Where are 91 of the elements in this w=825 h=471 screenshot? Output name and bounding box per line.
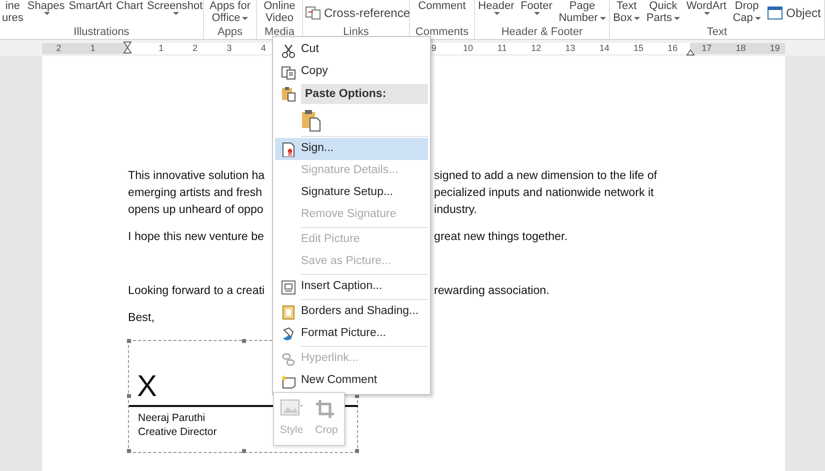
body-text: emerging artists and fresh [128,185,264,201]
ribbon-group-label: Links [342,26,370,39]
dropdown-caret-icon [634,16,640,20]
chain-link-icon [280,352,296,366]
ribbon-button[interactable]: Footer [518,0,554,26]
ruler-number: 2 [192,43,198,54]
caption-icon [280,280,296,294]
ribbon-button[interactable]: Shapes [25,0,67,26]
ribbon-button[interactable]: Drop Cap [730,0,763,26]
ribbon-button[interactable]: Screenshot [145,0,205,26]
paint-brush-icon [280,326,296,342]
dropdown-caret-icon [704,12,710,15]
ruler-number: 12 [531,43,542,54]
body-text: opens up unheard of oppo [128,202,264,218]
ribbon-button[interactable]: Chart [114,0,146,26]
ribbon-button[interactable]: Cross-reference [303,2,412,24]
dropdown-caret-icon [242,16,248,20]
comment-note-icon [280,374,296,388]
menu-item[interactable]: Cut [275,39,428,61]
resize-handle[interactable] [127,339,131,343]
body-text: I hope this new venture be [128,229,265,245]
menu-section-header: Paste Options: [301,84,428,104]
ruler-number: 10 [463,43,473,54]
ribbon-button[interactable]: SmartArt [66,0,114,26]
body-text: pecialized inputs and nationwide network it [433,185,655,201]
menu-item[interactable]: Copy [275,61,428,83]
ruler-number: 9 [431,43,436,54]
dropdown-caret-icon [172,12,179,15]
ruler-number: 13 [565,43,576,54]
menu-item[interactable]: Insert Caption... [275,276,428,298]
ribbon-button[interactable]: WordArt [684,0,728,26]
resize-handle[interactable] [127,394,131,398]
scissors-icon [280,42,296,58]
copy-icon [280,64,296,80]
ruler-number: 17 [702,43,712,54]
ruler-number: 1 [90,43,96,54]
ruler-number: 14 [599,43,610,54]
resize-handle[interactable] [242,449,246,453]
cross-reference-icon [305,6,321,20]
menu-item[interactable]: Borders and Shading... [275,301,428,323]
borders-page-icon [280,304,296,320]
dropdown-caret-icon [600,16,606,20]
ribbon-button[interactable]: Apps for Office [208,0,252,26]
ribbon-button[interactable]: Text Box [611,0,642,26]
dropdown-caret-icon [754,16,761,20]
ruler-number: 3 [226,43,232,54]
signature-document-icon [280,142,296,156]
dropdown-caret-icon [674,16,680,20]
signer-title: Creative Director [138,425,217,439]
signature-mark: X [137,371,158,403]
resize-handle[interactable] [242,339,246,343]
body-text: rewarding association. [433,283,550,299]
signer-name: Neeraj Paruthi [138,411,206,425]
ribbon-button[interactable]: Quick Parts [644,0,682,26]
window-icon [767,6,784,20]
resize-handle[interactable] [355,449,359,453]
ribbon-button[interactable]: Object [765,2,823,24]
ruler-number: 16 [668,43,678,54]
ribbon-group-label: Header & Footer [500,26,584,39]
body-text: signed to add a new dimension to the life of [433,168,658,184]
ribbon-button[interactable]: Comment [416,0,468,26]
body-text: industry. [433,202,478,218]
ribbon-group-label: Text [706,26,728,39]
clipboard-icon [280,86,296,102]
ruler-number: 18 [736,43,746,54]
menu-item[interactable]: Sign... [275,138,428,160]
ruler-number: 15 [634,43,644,54]
body-text: Looking forward to a creati [128,283,266,299]
ribbon-group-label: Apps [216,26,244,39]
ruler-number: 1 [158,43,164,54]
ruler-number: 4 [260,43,266,54]
ribbon-button[interactable]: ine ures [0,0,26,26]
dropdown-caret-icon [494,12,500,15]
ruler-number: 11 [497,43,507,54]
ribbon-group-label: Comments [414,26,470,39]
menu-item[interactable]: Signature Setup... [275,182,428,204]
clipboard-icon [301,108,321,132]
body-text: great new things together. [433,229,568,245]
dropdown-caret-icon [534,12,540,15]
ribbon-button[interactable]: Online Video [262,0,298,26]
ribbon-group-label: Illustrations [72,26,130,39]
resize-handle[interactable] [127,449,131,453]
paste-keep-source-button[interactable] [301,108,321,132]
ruler-number: 19 [770,43,780,54]
ribbon-group-label: Media [264,26,296,39]
ribbon-button[interactable]: Page Number [556,0,608,26]
ribbon-button[interactable]: Header [476,0,516,26]
body-text: Best, [128,310,156,326]
dropdown-caret-icon [44,12,50,15]
body-text: This innovative solution ha [128,168,266,184]
ruler-number: 2 [56,43,62,54]
